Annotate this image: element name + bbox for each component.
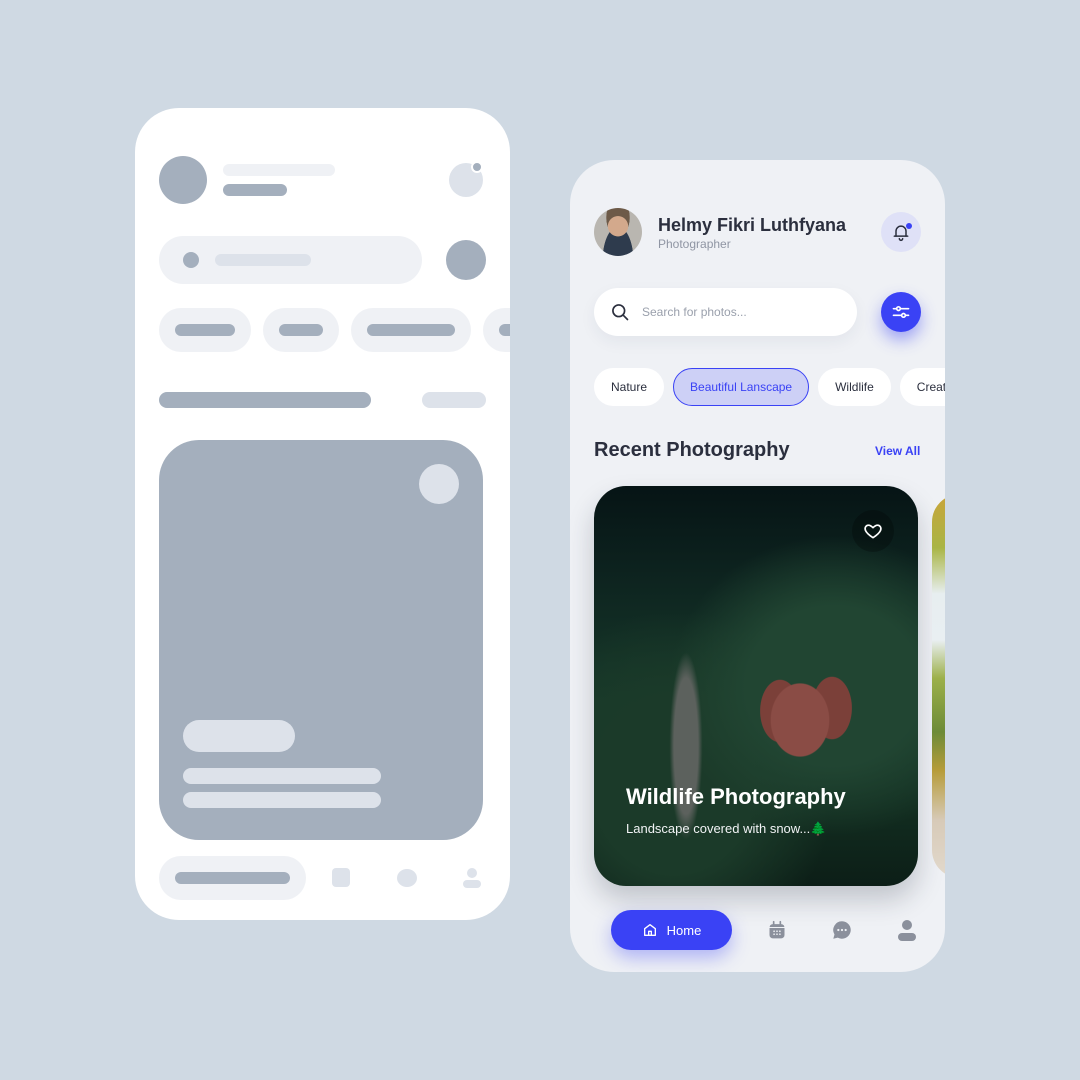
skeleton-role-line — [223, 184, 287, 196]
skeleton-avatar — [159, 156, 207, 204]
skeleton-card-line — [183, 792, 381, 808]
skeleton-chip-text — [279, 324, 323, 336]
favorite-button[interactable] — [852, 510, 894, 552]
nav-home-label: Home — [666, 922, 702, 938]
search-icon — [612, 304, 629, 321]
section-title: Recent Photography — [594, 439, 790, 461]
skeleton-chip-text — [367, 324, 455, 336]
card-title: Wildlife Photography — [626, 784, 846, 809]
search-bar — [594, 288, 857, 336]
skeleton-bell-dot — [471, 161, 483, 173]
chat-icon — [833, 921, 851, 939]
chip-wildlife[interactable]: Wildlife — [818, 368, 891, 406]
skeleton-filter — [446, 240, 486, 280]
user-role: Photographer — [658, 237, 731, 251]
skeleton-search-text — [215, 254, 311, 266]
search-input[interactable] — [642, 305, 832, 319]
home-icon — [643, 924, 656, 936]
nav-calendar-button[interactable] — [765, 918, 789, 942]
chip-nature[interactable]: Nature — [594, 368, 665, 406]
calendar-icon — [769, 920, 785, 939]
notification-badge — [906, 223, 912, 229]
skeleton-chip-text — [499, 324, 510, 336]
profile-icon — [898, 920, 916, 941]
tree-emoji: 🌲 — [810, 821, 827, 836]
chip-creative[interactable]: Creative — [899, 368, 945, 406]
nav-chat-button[interactable] — [830, 918, 854, 942]
wireframe-screen — [135, 108, 510, 920]
skeleton-card-line — [183, 768, 381, 784]
notification-button[interactable] — [881, 212, 921, 252]
skeleton-view-all — [422, 392, 486, 408]
home-screen: Helmy Fikri Luthfyana Photographer Natur… — [570, 160, 945, 972]
heart-icon — [864, 524, 882, 539]
skeleton-calendar-icon — [332, 868, 350, 887]
skeleton-nav-home-text — [175, 872, 290, 884]
photo-card-next[interactable] — [932, 494, 945, 878]
nav-home-button[interactable]: Home — [611, 910, 732, 950]
category-chips: Nature Beautiful Lanscape Wildlife Creat… — [594, 368, 945, 406]
skeleton-chat-icon — [397, 869, 417, 887]
nav-profile-button[interactable] — [895, 918, 919, 942]
skeleton-name-line — [223, 164, 335, 176]
skeleton-profile-icon — [463, 868, 481, 888]
card-subtitle: Landscape covered with snow...🌲 — [626, 821, 826, 837]
filter-button[interactable] — [881, 292, 921, 332]
sliders-icon — [892, 306, 910, 319]
user-name: Helmy Fikri Luthfyana — [658, 215, 847, 235]
chip-beautiful-landscape[interactable]: Beautiful Lanscape — [673, 368, 810, 406]
skeleton-section-title — [159, 392, 371, 408]
skeleton-chip-text — [175, 324, 235, 336]
view-all-link[interactable]: View All — [875, 444, 920, 458]
photo-card[interactable]: Wildlife Photography Landscape covered w… — [594, 486, 918, 886]
skeleton-search-icon — [183, 252, 199, 268]
skeleton-card-heart — [419, 464, 459, 504]
user-avatar[interactable] — [594, 208, 642, 256]
card-subtitle-text: Landscape covered with snow... — [626, 821, 811, 836]
skeleton-card-badge — [183, 720, 295, 752]
